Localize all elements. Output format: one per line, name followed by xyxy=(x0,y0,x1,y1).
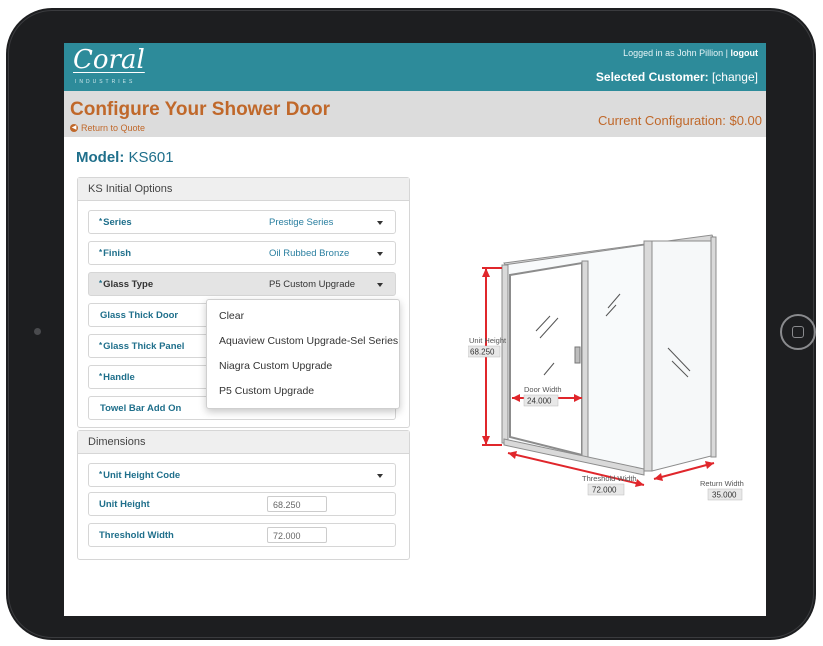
finish-label: *Finish xyxy=(99,248,132,259)
series-select[interactable]: *Series Prestige Series xyxy=(88,210,396,234)
glass-type-select[interactable]: *Glass Type P5 Custom Upgrade xyxy=(88,272,396,296)
model-value: KS601 xyxy=(128,149,174,166)
login-text: Logged in as John Pillion | xyxy=(623,48,731,58)
threshold-width-input[interactable]: 72.000 xyxy=(267,527,327,543)
chevron-down-icon xyxy=(377,474,383,478)
camera-dot xyxy=(34,328,41,335)
glass-thick-panel-label: *Glass Thick Panel xyxy=(99,341,185,352)
glass-type-value: P5 Custom Upgrade xyxy=(269,279,356,290)
chevron-down-icon xyxy=(377,252,383,256)
finish-value: Oil Rubbed Bronze xyxy=(269,248,350,259)
dimensions-panel: Dimensions *Unit Height Code Unit Height… xyxy=(77,430,410,560)
title-bar: Configure Your Shower Door ◀ Return to Q… xyxy=(64,91,766,137)
model-label: Model: xyxy=(76,149,125,166)
unit-height-input[interactable]: 68.250 xyxy=(267,496,327,512)
series-value: Prestige Series xyxy=(269,217,334,228)
dropdown-option-niagra[interactable]: Niagra Custom Upgrade xyxy=(219,360,332,372)
dropdown-option-p5[interactable]: P5 Custom Upgrade xyxy=(219,385,314,397)
unit-height-diagram-value: 68.250 xyxy=(470,348,495,357)
return-edge xyxy=(710,236,717,458)
model-heading: Model: KS601 xyxy=(76,149,174,166)
glass-type-dropdown-menu: Clear Aquaview Custom Upgrade-Sel Series… xyxy=(206,299,400,409)
arrow-left-circle-icon: ◀ xyxy=(70,124,78,132)
threshold-width-diagram-value: 72.000 xyxy=(592,486,617,495)
logout-link[interactable]: logout xyxy=(731,48,759,58)
threshold-width-diagram-label: Threshold Width xyxy=(582,474,637,483)
return-glass-panel xyxy=(651,240,716,472)
unit-height-code-label: *Unit Height Code xyxy=(99,470,181,481)
threshold-width-label: Threshold Width xyxy=(99,530,174,541)
coral-logo[interactable]: Coral xyxy=(73,45,145,75)
handle-label: *Handle xyxy=(99,372,135,383)
chevron-down-icon xyxy=(377,221,383,225)
shower-door-diagram: Unit Height 68.250 Door Width 24.000 Thr… xyxy=(468,234,744,501)
unit-height-code-select[interactable]: *Unit Height Code xyxy=(88,463,396,487)
return-to-quote-link[interactable]: ◀ Return to Quote xyxy=(70,123,145,133)
login-status: Logged in as John Pillion | logout xyxy=(623,48,758,58)
door-width-diagram-value: 24.000 xyxy=(527,397,552,406)
dimensions-heading: Dimensions xyxy=(78,431,409,454)
glass-type-label: *Glass Type xyxy=(99,279,154,290)
logo-subtitle: INDUSTRIES xyxy=(75,79,136,85)
return-width-diagram-value: 35.000 xyxy=(712,491,737,500)
page-title: Configure Your Shower Door xyxy=(70,99,331,120)
dropdown-option-aquaview[interactable]: Aquaview Custom Upgrade-Sel Series xyxy=(219,335,398,347)
change-customer-link[interactable]: [change] xyxy=(712,70,758,84)
finish-select[interactable]: *Finish Oil Rubbed Bronze xyxy=(88,241,396,265)
home-button-icon[interactable] xyxy=(780,314,816,350)
unit-height-diagram-label: Unit Height xyxy=(469,336,507,345)
door-handle xyxy=(574,346,581,364)
door-width-diagram-label: Door Width xyxy=(524,385,562,394)
current-configuration-price: Current Configuration: $0.00 xyxy=(597,113,762,128)
initial-options-heading: KS Initial Options xyxy=(78,178,409,201)
selected-customer-label: Selected Customer: xyxy=(595,70,712,84)
door-panel xyxy=(509,261,583,457)
door-divider xyxy=(581,260,589,458)
chevron-down-icon xyxy=(377,283,383,287)
series-label: *Series xyxy=(99,217,132,228)
towel-bar-label: Towel Bar Add On xyxy=(100,403,182,414)
left-jamb xyxy=(501,264,509,444)
return-width-diagram-label: Return Width xyxy=(700,479,744,488)
unit-height-label: Unit Height xyxy=(99,499,150,510)
app-screen: Coral INDUSTRIES Logged in as John Pilli… xyxy=(64,43,766,616)
dropdown-option-clear[interactable]: Clear xyxy=(219,310,244,322)
selected-customer: Selected Customer: [change] xyxy=(596,70,758,84)
return-link-label[interactable]: Return to Quote xyxy=(81,123,145,133)
app-header: Coral INDUSTRIES Logged in as John Pilli… xyxy=(64,43,766,91)
unit-height-row: Unit Height 68.250 xyxy=(88,492,396,516)
corner-post xyxy=(643,240,653,472)
threshold-width-row: Threshold Width 72.000 xyxy=(88,523,396,547)
glass-thick-door-label: Glass Thick Door xyxy=(100,310,179,321)
